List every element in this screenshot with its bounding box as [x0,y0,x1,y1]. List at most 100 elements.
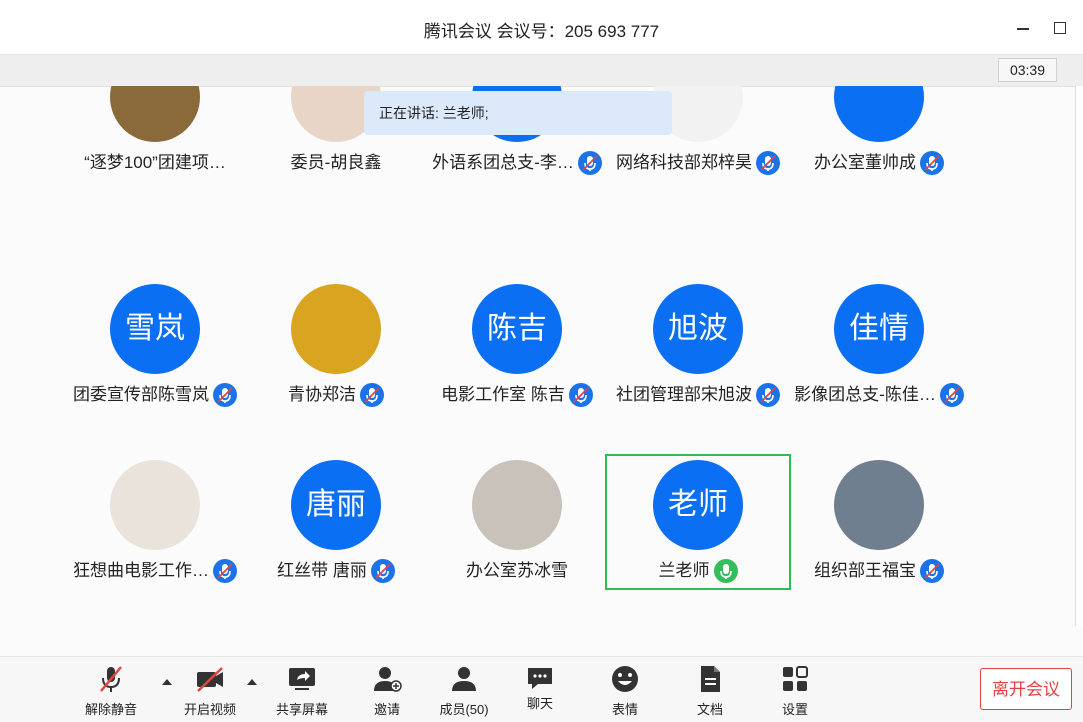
participant-tile[interactable]: 狂想曲电影工作… [62,454,248,590]
minimize-button[interactable] [1009,14,1037,42]
microphone-muted-icon [364,386,380,403]
participant-tile[interactable]: 老师兰老师 [605,454,791,590]
members-button[interactable]: 成员(50) [428,663,500,717]
mic-muted-badge [360,382,384,407]
mic-muted-badge [920,558,944,583]
participant-name-row: 兰老师 [607,558,789,583]
status-strip: 03:39 [0,55,1083,87]
participant-name: 外语系团总支-李… [432,152,574,172]
participant-tile[interactable]: 办公室董帅成 [786,86,972,182]
members-icon [452,667,476,691]
mic-muted-badge [370,558,395,583]
mic-muted-badge [577,150,602,175]
invite-button[interactable]: 邀请 [351,663,423,717]
participant-avatar [834,460,924,550]
mic-muted-badge [920,150,944,175]
participant-name-row: 狂想曲电影工作… [62,558,248,583]
participant-avatar [472,460,562,550]
members-label: 成员(50) [439,702,489,717]
invite-label: 邀请 [373,702,400,717]
participant-avatar: 旭波 [653,284,743,374]
start-video-label: 开启视频 [183,702,236,717]
participant-name: 狂想曲电影工作… [73,560,209,580]
chat-button[interactable]: 聊天 [504,663,576,717]
microphone-muted-icon [924,562,940,579]
mic-muted-badge [939,382,964,407]
settings-label: 设置 [781,702,808,717]
participant-tile[interactable]: “逐梦100”团建项… [62,86,248,182]
documents-button[interactable]: 文档 [674,663,746,717]
participant-name-row: 团委宣传部陈雪岚 [62,382,248,407]
title-bar: 腾讯会议 会议号：205 693 777 [0,0,1083,55]
participant-avatar [110,460,200,550]
microphone-muted-icon [760,386,776,403]
meeting-timer: 03:39 [998,58,1057,82]
participant-tile[interactable]: 唐丽红丝带 唐丽 [243,454,429,590]
participant-avatar [834,86,924,142]
audio-options-caret[interactable] [162,679,172,685]
start-video-button[interactable]: 开启视频 [174,663,246,717]
participant-name-row: 委员-胡良鑫 [243,150,429,174]
participant-name: 红丝带 唐丽 [277,560,367,580]
document-icon [701,666,720,692]
participant-name-row: 组织部王福宝 [786,558,972,583]
chat-icon [528,668,552,689]
participant-avatar: 唐丽 [291,460,381,550]
mic-muted-badge [756,382,780,407]
emoji-button[interactable]: 表情 [589,663,661,717]
emoji-label: 表情 [611,702,638,717]
microphone-muted-icon [944,386,960,403]
add-user-icon [374,667,402,692]
participant-tile[interactable]: 佳情影像团总支-陈佳… [786,278,972,414]
participant-avatar [291,284,381,374]
settings-button[interactable]: 设置 [759,663,831,717]
participant-name: 团委宣传部陈雪岚 [73,384,209,404]
meeting-title: 腾讯会议 会议号：205 693 777 [423,22,660,41]
participant-name-row: 外语系团总支-李… [424,150,610,175]
mic-muted-badge [756,150,780,175]
participant-name: 组织部王福宝 [814,560,916,580]
participant-name-row: “逐梦100”团建项… [62,150,248,174]
participant-avatar [110,86,200,142]
participant-tile[interactable]: 组织部王福宝 [786,454,972,590]
documents-label: 文档 [696,702,723,717]
participant-tile[interactable]: 旭波社团管理部宋旭波 [605,278,791,414]
video-options-caret[interactable] [247,679,257,685]
share-screen-icon [289,668,315,690]
participant-name: 办公室董帅成 [814,152,916,172]
speaking-indicator: 正在讲话: 兰老师; [364,91,672,135]
participant-name: 影像团总支-陈佳… [794,384,936,404]
participant-name: 网络科技部郑梓昊 [616,152,752,172]
maximize-button[interactable] [1046,14,1074,42]
participant-tile[interactable]: 办公室苏冰雪 [424,454,610,590]
participant-tile[interactable]: 雪岚团委宣传部陈雪岚 [62,278,248,414]
participant-tile[interactable]: 青协郑洁 [243,278,429,414]
participant-name: 兰老师 [658,560,710,580]
participant-avatar: 雪岚 [110,284,200,374]
participant-name-row: 红丝带 唐丽 [243,558,429,583]
participant-name: 办公室苏冰雪 [466,560,568,580]
microphone-muted-icon [217,386,233,403]
participant-name-row: 办公室苏冰雪 [424,558,610,582]
participant-name: 电影工作室 陈吉 [441,384,565,404]
participant-tile[interactable]: 陈吉 电影工作室 陈吉 [424,278,610,414]
mic-muted-badge [213,558,237,583]
share-screen-button[interactable]: 共享屏幕 [266,663,338,717]
participant-avatar: 佳情 [834,284,924,374]
leave-meeting-button[interactable]: 离开会议 [980,668,1072,710]
unmute-button[interactable]: 解除静音 [75,663,147,717]
participant-grid: “逐梦100”团建项… 委员-胡良鑫 外语系团总支-李… 网络科技部郑梓昊 办公室董帅成… [0,86,1075,656]
grid-scrollbar[interactable] [1075,86,1083,626]
microphone-muted-icon [582,154,598,171]
participant-name-row: 青协郑洁 [243,382,429,407]
microphone-muted-icon [375,562,391,579]
microphone-icon [719,563,732,579]
microphone-muted-icon [217,562,233,579]
bottom-toolbar: 解除静音 开启视频 共享屏幕 邀请 成员(50) 聊天 表情 文档 设置 离开会… [0,656,1083,722]
mic-muted-badge [213,382,237,407]
microphone-muted-icon [100,666,122,692]
participant-name: 社团管理部宋旭波 [616,384,752,404]
microphone-muted-icon [924,154,940,171]
emoji-icon [612,666,638,692]
participant-avatar: 老师 [653,460,743,550]
